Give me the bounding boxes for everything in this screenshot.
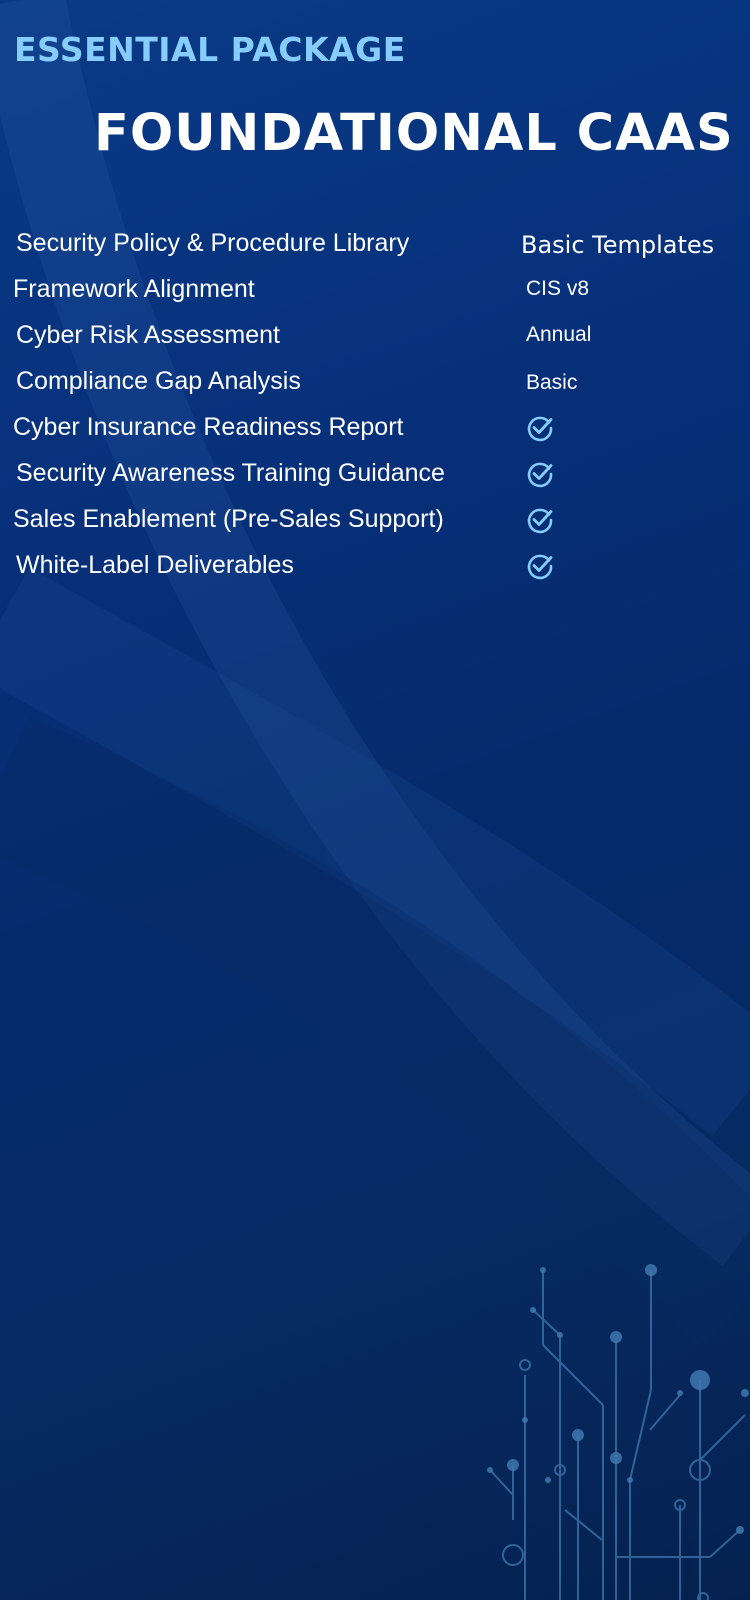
feature-label: Security Awareness Training Guidance [16,459,445,487]
circuit-nodes [487,1264,749,1534]
circuit-graphic [489,1270,746,1600]
feature-value: Basic [526,371,578,394]
package-eyebrow: ESSENTIAL PACKAGE [14,30,406,69]
feature-row-white-label: White-Label Deliverables [0,550,750,590]
package-title: FOUNDATIONAL CAAS [94,104,734,163]
feature-row-policy-library: Security Policy & Procedure Library Basi… [0,228,750,268]
feature-label: Sales Enablement (Pre-Sales Support) [13,505,444,533]
feature-value: CIS v8 [526,277,590,300]
feature-label: Cyber Risk Assessment [16,321,280,349]
feature-row-risk-assessment: Cyber Risk Assessment Annual [0,320,750,360]
feature-value: Annual [526,323,592,346]
feature-label: Security Policy & Procedure Library [16,229,410,257]
feature-label: Cyber Insurance Readiness Report [13,413,404,441]
feature-label: Compliance Gap Analysis [16,367,301,395]
check-circle-icon [527,508,553,534]
feature-row-framework-alignment: Framework Alignment CIS v8 [0,274,750,314]
feature-label: Framework Alignment [13,275,255,303]
feature-row-gap-analysis: Compliance Gap Analysis Basic [0,366,750,406]
check-circle-icon [527,416,553,442]
feature-row-sales-enablement: Sales Enablement (Pre-Sales Support) [0,504,750,544]
feature-row-insurance-readiness: Cyber Insurance Readiness Report [0,412,750,452]
feature-value: Basic Templates [521,231,715,259]
check-circle-icon [527,462,553,488]
check-circle-icon [527,554,553,580]
feature-row-awareness-training: Security Awareness Training Guidance [0,458,750,498]
feature-label: White-Label Deliverables [16,551,294,579]
